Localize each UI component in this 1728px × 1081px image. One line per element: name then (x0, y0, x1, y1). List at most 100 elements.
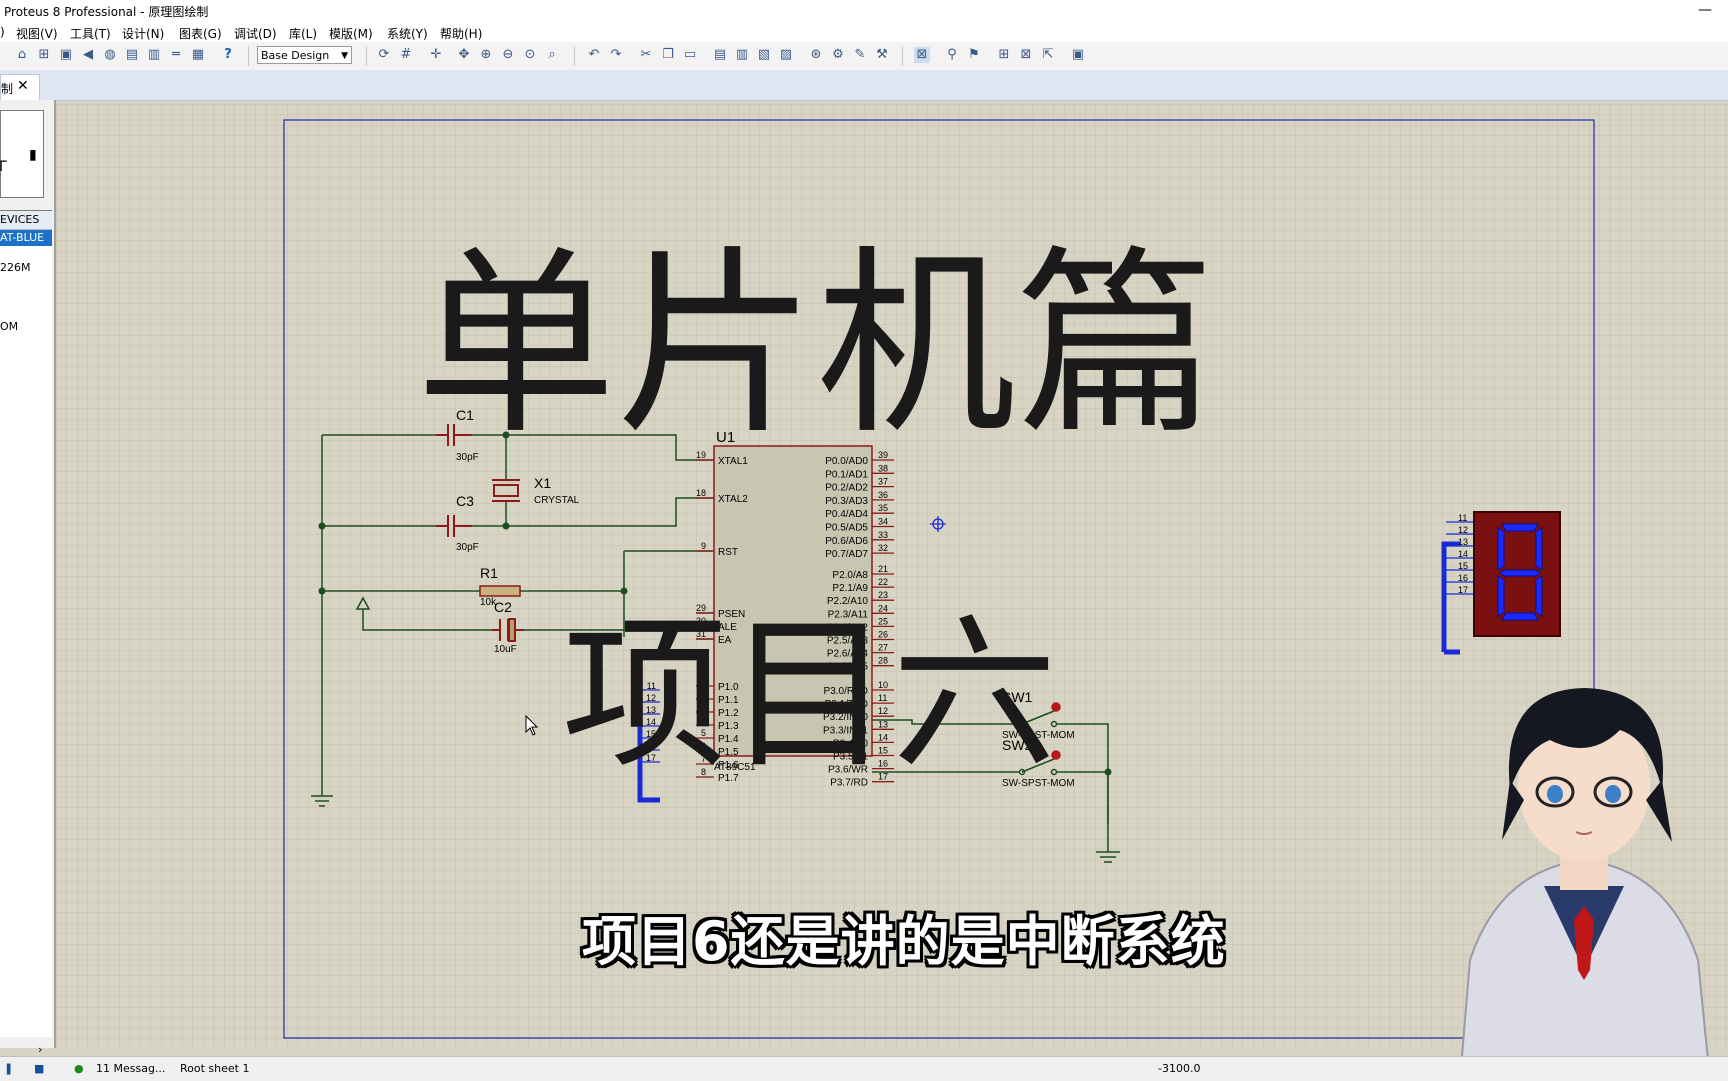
devices-header: EVICES (0, 211, 52, 230)
bus-right-label: 17 (1458, 585, 1468, 595)
window-title: Proteus 8 Professional - 原理图绘制 (4, 5, 209, 19)
tab-label: 制 (1, 82, 14, 96)
pick-device-icon[interactable]: ⊛ (808, 47, 824, 63)
toolbar-separator (366, 46, 367, 66)
bus-right-label: 16 (1458, 573, 1468, 583)
packaging-icon[interactable]: ✎ (852, 47, 868, 63)
help-icon[interactable]: ? (220, 47, 236, 63)
c2-ref: C2 (494, 599, 512, 615)
menu-design[interactable]: 设计(N) (122, 25, 164, 42)
wire-autorouter-icon[interactable]: ⊠ (914, 47, 930, 63)
device-item[interactable]: OM (0, 319, 18, 335)
simulation-icon[interactable]: ◀ (80, 47, 96, 63)
overview-preview[interactable]: ᒥ ▮ (0, 110, 44, 198)
x1-ref: X1 (534, 475, 551, 491)
notes-icon[interactable]: ═ (168, 47, 184, 63)
grid-icon[interactable]: # (398, 47, 414, 63)
u1-pin-name: P2.0/A8 (832, 570, 868, 581)
messages-count[interactable]: 11 Messag... (96, 1062, 165, 1075)
report-icon[interactable]: ▣ (1070, 47, 1086, 63)
paste-icon[interactable]: ▭ (682, 47, 698, 63)
refresh-icon[interactable]: ⟳ (376, 47, 392, 63)
c3-ref: C3 (456, 493, 474, 509)
info-icon: ● (74, 1062, 84, 1075)
u1-pin-number: 37 (878, 477, 888, 487)
design-select[interactable]: Base Design ▼ (257, 46, 352, 64)
block-copy-icon[interactable]: ▤ (712, 47, 728, 63)
u1-pin-name: P0.1/AD1 (825, 469, 868, 480)
search-icon[interactable]: ⚲ (944, 47, 960, 63)
menu-graph[interactable]: 图表(G) (179, 25, 222, 42)
design-select-value: Base Design (261, 49, 330, 62)
zoom-area-icon[interactable]: ⌕ (544, 47, 560, 63)
u1-pin-number: 34 (878, 517, 888, 527)
u1-pin-name: P0.7/AD7 (825, 549, 868, 560)
exit-parent-icon[interactable]: ⇱ (1040, 47, 1056, 63)
pause-icon[interactable]: ❚ (4, 1062, 13, 1075)
menu-view[interactable]: 视图(V) (16, 25, 58, 42)
menu-library[interactable]: 库(L) (289, 25, 317, 42)
source-icon[interactable]: ▥ (146, 47, 162, 63)
tab-schematic[interactable]: 制 ✕ (0, 74, 40, 101)
home-icon[interactable]: ⌂ (14, 47, 30, 63)
bom-icon[interactable]: ▤ (124, 47, 140, 63)
seven-segment-display[interactable] (1473, 511, 1561, 637)
menu-template[interactable]: 模版(M) (329, 25, 373, 42)
menu-tools[interactable]: 工具(T) (70, 25, 111, 42)
scroll-right-icon[interactable]: › (38, 1043, 42, 1056)
zoom-all-icon[interactable]: ⊙ (522, 47, 538, 63)
pcb-icon[interactable]: ▣ (58, 47, 74, 63)
c2-value: 10uF (494, 644, 517, 655)
u1-pin-name: P0.3/AD3 (825, 496, 868, 507)
u1-pin-number: 35 (878, 503, 888, 513)
u1-pin-number: 21 (878, 564, 888, 574)
zoom-in-icon[interactable]: ⊕ (478, 47, 494, 63)
chevron-down-icon: ▼ (341, 51, 348, 61)
block-delete-icon[interactable]: ▨ (778, 47, 794, 63)
preview-mark: ▮ (29, 147, 37, 163)
zoom-out-icon[interactable]: ⊖ (500, 47, 516, 63)
cut-icon[interactable]: ✂ (638, 47, 654, 63)
c3-value: 30pF (456, 542, 479, 553)
title-bar: Proteus 8 Professional - 原理图绘制 — (0, 0, 1728, 22)
x1-value: CRYSTAL (534, 495, 580, 506)
device-item[interactable]: 226M (0, 260, 31, 276)
video-caption: 项目6还是讲的是中断系统 (582, 910, 1226, 973)
redo-icon[interactable]: ↷ (608, 47, 624, 63)
minimize-icon[interactable]: — (1682, 0, 1728, 22)
u1-pin-number: 9 (701, 541, 706, 551)
menu-file-partial[interactable]: ) (0, 25, 5, 39)
sheet-name: Root sheet 1 (180, 1062, 250, 1075)
document-icon[interactable]: ▦ (190, 47, 206, 63)
origin-icon[interactable]: ✛ (428, 47, 444, 63)
u1-pin-number: 33 (878, 530, 888, 540)
close-icon[interactable]: ✕ (17, 78, 29, 94)
stop-icon[interactable]: ■ (34, 1062, 44, 1075)
coordinate-readout: -3100.0 (1158, 1062, 1201, 1075)
device-item[interactable]: AT-BLUE (0, 230, 52, 246)
pan-icon[interactable]: ✥ (456, 47, 472, 63)
block-move-icon[interactable]: ▥ (734, 47, 750, 63)
3d-view-icon[interactable]: ◍ (102, 47, 118, 63)
schematic-icon[interactable]: ⊞ (36, 47, 52, 63)
decompose-icon[interactable]: ⚒ (874, 47, 890, 63)
menu-help[interactable]: 帮助(H) (440, 25, 482, 42)
new-sheet-icon[interactable]: ⊞ (996, 47, 1012, 63)
left-panel: ᒥ ▮ EVICES AT-BLUE 226M OM › (0, 100, 56, 1056)
menu-system[interactable]: 系统(Y) (387, 25, 428, 42)
make-device-icon[interactable]: ⚙ (830, 47, 846, 63)
bus-right-label: 12 (1458, 525, 1468, 535)
u1-pin-number: 32 (878, 543, 888, 553)
copy-icon[interactable]: ❐ (660, 47, 676, 63)
preview-mark: ᒥ (0, 159, 7, 175)
remove-sheet-icon[interactable]: ⊠ (1018, 47, 1034, 63)
u1-pin-name: XTAL2 (718, 494, 748, 505)
menu-debug[interactable]: 调试(D) (234, 25, 277, 42)
toolbar: ⌂ ⊞ ▣ ◀ ◍ ▤ ▥ ═ ▦ ? Base Design ▼ ⟳ # ✛ … (0, 42, 1728, 71)
overlay-subtitle: 项目六 (562, 599, 1057, 791)
u1-pin-number: 38 (878, 463, 888, 473)
property-tool-icon[interactable]: ⚑ (966, 47, 982, 63)
bus-right-label: 15 (1458, 561, 1468, 571)
undo-icon[interactable]: ↶ (586, 47, 602, 63)
block-rotate-icon[interactable]: ▧ (756, 47, 772, 63)
